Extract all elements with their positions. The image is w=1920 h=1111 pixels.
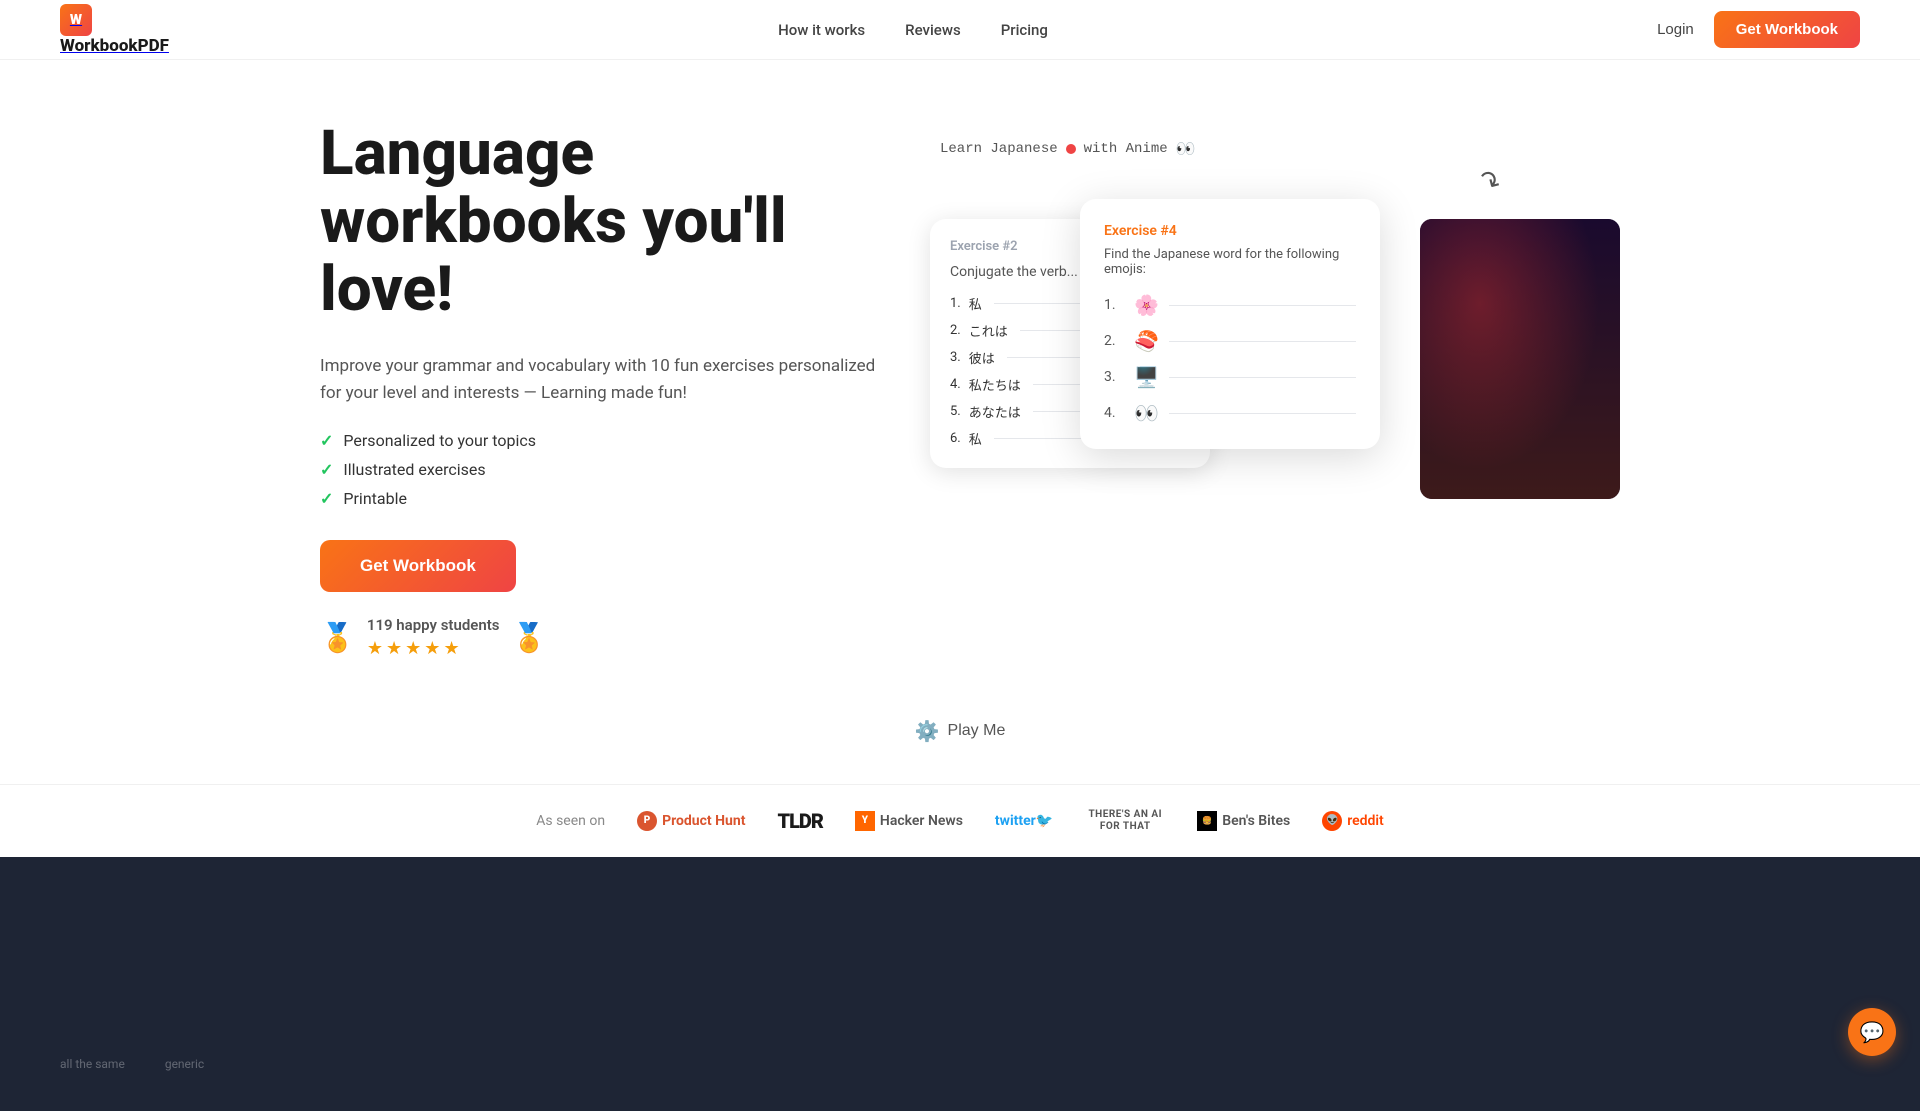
feature-1: ✓ Personalized to your topics (320, 431, 880, 450)
hero-demo: Learn Japanese with Anime 👀 ↷ to all typ… (920, 139, 1600, 639)
nav-link-pricing[interactable]: Pricing (1001, 21, 1048, 39)
hero-features: ✓ Personalized to your topics ✓ Illustra… (320, 431, 880, 508)
logo[interactable]: W WorkbookPDF (60, 4, 169, 56)
login-button[interactable]: Login (1657, 21, 1694, 38)
exercise-4-subtitle: Find the Japanese word for the following… (1104, 247, 1356, 277)
nav-link-how-it-works[interactable]: How it works (778, 21, 865, 39)
brand-tldr: TLDR (777, 809, 822, 833)
anime-card: to all types of animation, not art style… (1420, 219, 1620, 499)
as-seen-label: As seen on (536, 813, 605, 829)
students-count: 119 happy students (367, 616, 500, 634)
ai-for-that-text: THERE'S AN AI FOR THAT (1085, 809, 1165, 833)
hacker-news-icon: Y (855, 811, 875, 831)
hero-section: Language workbooks you'll love! Improve … (260, 60, 1660, 699)
logo-text: WorkbookPDF (60, 36, 169, 56)
hero-left: Language workbooks you'll love! Improve … (320, 120, 880, 659)
exercise-4-label: Exercise #4 (1104, 223, 1356, 239)
brand-bens-bites: 🍔 Ben's Bites (1197, 811, 1290, 831)
check-icon-2: ✓ (320, 460, 333, 479)
exercise-card-4: Exercise #4 Find the Japanese word for t… (1080, 199, 1380, 449)
twitter-text: twitter🐦 (995, 813, 1053, 829)
play-button[interactable]: ⚙️ Play Me (915, 719, 1006, 744)
navigation: W WorkbookPDF How it works Reviews Prici… (0, 0, 1920, 60)
brand-product-hunt: P Product Hunt (637, 811, 745, 831)
laurel-right: 🏅 (511, 621, 546, 654)
nav-link-reviews[interactable]: Reviews (905, 21, 961, 39)
chat-bubble[interactable]: 💬 (1848, 1008, 1896, 1056)
tldr-text: TLDR (777, 809, 822, 833)
brand-twitter: twitter🐦 (995, 813, 1053, 829)
brand-ai-for-that: THERE'S AN AI FOR THAT (1085, 809, 1165, 833)
brand-hacker-news: Y Hacker News (855, 811, 963, 831)
product-hunt-icon: P (637, 811, 657, 831)
as-seen-on: As seen on P Product Hunt TLDR Y Hacker … (0, 784, 1920, 857)
feature-2: ✓ Illustrated exercises (320, 460, 880, 479)
check-icon-1: ✓ (320, 431, 333, 450)
emoji-item-2: 2. 🍣 (1104, 329, 1356, 353)
annotation-arrow: ↷ (1472, 164, 1506, 201)
hero-cta-button[interactable]: Get Workbook (320, 540, 516, 592)
nav-right: Login Get Workbook (1657, 11, 1860, 48)
annotation-label: Learn Japanese with Anime 👀 (940, 139, 1196, 159)
hero-description: Improve your grammar and vocabulary with… (320, 353, 880, 407)
emoji-item-3: 3. 🖥️ (1104, 365, 1356, 389)
feature-3: ✓ Printable (320, 489, 880, 508)
play-icon: ⚙️ (915, 719, 940, 744)
nav-get-workbook-button[interactable]: Get Workbook (1714, 11, 1860, 48)
laurel-left: 🏅 (320, 621, 355, 654)
social-proof: 🏅 119 happy students ★ ★ ★ ★ ★ 🏅 (320, 616, 880, 659)
star-rating: ★ ★ ★ ★ ★ (367, 638, 500, 659)
brand-reddit: 👽 reddit (1322, 811, 1384, 831)
nav-links: How it works Reviews Pricing (778, 21, 1048, 39)
emoji-item-1: 1. 🌸 (1104, 293, 1356, 317)
footer: all the same generic (0, 857, 1920, 1111)
check-icon-3: ✓ (320, 489, 333, 508)
logo-icon: W (60, 4, 92, 36)
social-proof-content: 119 happy students ★ ★ ★ ★ ★ (367, 616, 500, 659)
annotation-dot (1066, 144, 1076, 154)
bens-bites-icon: 🍔 (1197, 811, 1217, 831)
exercise-4-items: 1. 🌸 2. 🍣 3. 🖥️ 4. 👀 (1104, 293, 1356, 425)
hero-title: Language workbooks you'll love! (320, 120, 880, 325)
reddit-icon: 👽 (1322, 811, 1342, 831)
footer-bottom: all the same generic (60, 897, 1860, 1071)
emoji-item-4: 4. 👀 (1104, 401, 1356, 425)
chat-icon: 💬 (1860, 1020, 1885, 1044)
play-section: ⚙️ Play Me (0, 699, 1920, 784)
